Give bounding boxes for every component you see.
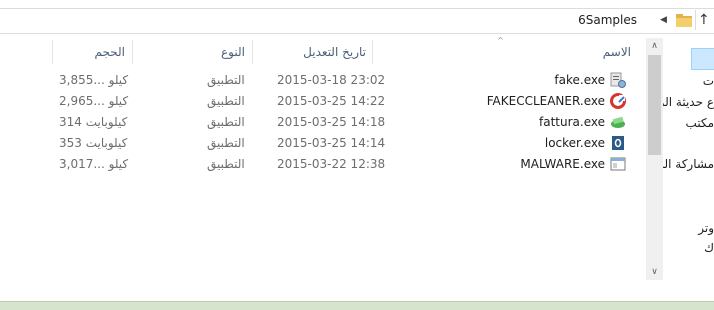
file-date: 2015-03-18 23:02 (277, 73, 386, 87)
nav-item[interactable]: مشاركة الد (663, 156, 714, 172)
file-type: التطبيق (207, 157, 245, 171)
ccleaner-icon (610, 93, 626, 109)
column-header-name[interactable]: الاسم (591, 43, 631, 61)
nav-item[interactable]: مكتب (663, 115, 714, 131)
file-size: 3,855... كيلو (59, 73, 129, 87)
file-type: التطبيق (207, 115, 245, 129)
chevron-left-icon[interactable]: ◀ (660, 12, 667, 28)
column-divider[interactable] (252, 40, 253, 64)
file-type: التطبيق (207, 94, 245, 108)
file-name[interactable]: FAKECCLEANER.exe (487, 93, 605, 110)
installer-icon (610, 72, 626, 88)
nav-item[interactable]: ت (663, 73, 714, 89)
address-bar[interactable]: 6Samples ◀ ↑ (0, 8, 714, 34)
nav-item[interactable]: ع حديثة الز (663, 94, 714, 110)
column-header-type[interactable]: النوع (205, 43, 245, 61)
file-row[interactable]: locker.exe 2015-03-25 14:14 التطبيق 353 … (0, 133, 640, 154)
file-type: التطبيق (207, 73, 245, 87)
nav-selected-item[interactable] (691, 48, 714, 70)
file-size: 3,017... كيلو (59, 157, 129, 171)
column-divider[interactable] (132, 40, 133, 64)
file-size: 2,965... كيلو (59, 94, 129, 108)
file-date: 2015-03-22 12:38 (277, 157, 386, 171)
navigation-pane[interactable]: ت ع حديثة الز مكتب مشاركة الد وتر ك (663, 38, 714, 296)
file-size: 353 كيلوبايت (59, 136, 128, 150)
folder-icon (676, 14, 692, 27)
file-size: 314 كيلوبايت (59, 115, 128, 129)
nav-item[interactable]: وتر (663, 220, 714, 236)
file-name[interactable]: MALWARE.exe (520, 156, 605, 173)
file-row[interactable]: fake.exe 2015-03-18 23:02 التطبيق 3,855.… (0, 70, 640, 91)
file-row[interactable]: MALWARE.exe 2015-03-22 12:38 التطبيق 3,0… (0, 154, 640, 175)
scrollbar-thumb[interactable] (648, 55, 661, 155)
breadcrumb-folder[interactable]: 6Samples (578, 12, 637, 28)
column-header-size[interactable]: الحجم (85, 43, 125, 61)
scroll-down-icon[interactable]: ∨ (646, 264, 663, 280)
scroll-up-icon[interactable]: ∧ (646, 38, 663, 54)
column-header-date[interactable]: تاريخ التعديل (290, 43, 366, 61)
sort-ascending-icon: ^ (497, 36, 504, 45)
up-arrow-icon[interactable]: ↑ (698, 11, 714, 31)
invoice-app-icon (611, 116, 625, 128)
file-date: 2015-03-25 14:22 (277, 94, 386, 108)
nav-item[interactable]: ك (663, 240, 714, 256)
file-name[interactable]: locker.exe (545, 135, 605, 152)
column-divider[interactable] (372, 40, 373, 64)
generic-app-icon (610, 157, 626, 171)
breadcrumb[interactable]: 6Samples ◀ (0, 10, 696, 30)
file-name[interactable]: fake.exe (554, 72, 605, 89)
file-date: 2015-03-25 14:14 (277, 136, 386, 150)
vertical-scrollbar[interactable]: ∧ ∨ (646, 38, 663, 280)
file-date: 2015-03-25 14:18 (277, 115, 386, 129)
file-type: التطبيق (207, 136, 245, 150)
file-row[interactable]: FAKECCLEANER.exe 2015-03-25 14:22 التطبي… (0, 91, 640, 112)
locker-app-icon (612, 136, 624, 150)
column-divider[interactable] (52, 40, 53, 64)
file-row[interactable]: fattura.exe 2015-03-25 14:18 التطبيق 314… (0, 112, 640, 133)
file-name[interactable]: fattura.exe (539, 114, 605, 131)
